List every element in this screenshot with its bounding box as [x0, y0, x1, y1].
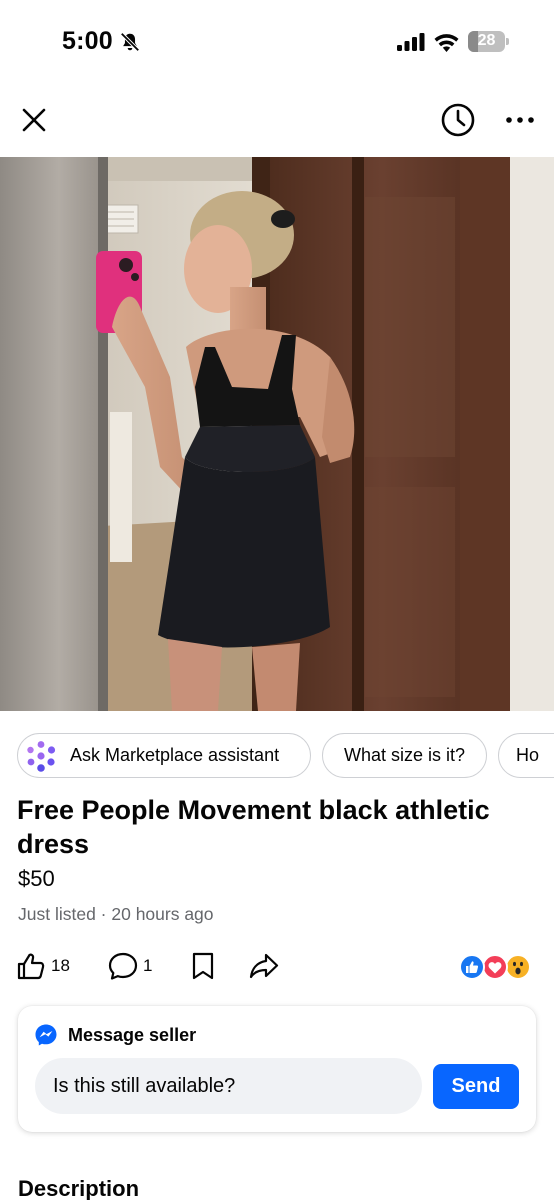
message-seller-header: Message seller	[34, 1022, 196, 1048]
suggestion-chips: Ask Marketplace assistant What size is i…	[17, 733, 554, 779]
status-time: 5:00	[62, 27, 113, 55]
comment-icon	[108, 952, 138, 980]
comment-button[interactable]: 1	[108, 948, 152, 984]
clock-icon	[441, 103, 475, 137]
cellular-signal-icon	[397, 33, 425, 51]
what-size-chip[interactable]: What size is it?	[322, 733, 487, 778]
ask-assistant-chip[interactable]: Ask Marketplace assistant	[17, 733, 311, 778]
status-bar: 5:00 28	[0, 0, 554, 84]
message-input[interactable]	[35, 1058, 422, 1114]
top-navigation	[0, 95, 554, 145]
what-size-label: What size is it?	[343, 745, 466, 765]
close-button[interactable]	[14, 100, 54, 140]
action-bar: 18 1	[0, 948, 554, 988]
share-button[interactable]	[248, 948, 280, 984]
thumbs-up-icon	[17, 953, 45, 980]
send-button[interactable]: Send	[433, 1064, 519, 1109]
comment-count: 1	[143, 956, 153, 975]
listing-title: Free People Movement black athletic dres…	[17, 795, 490, 859]
listing-photo[interactable]	[0, 157, 554, 711]
message-seller-card: Message seller Send	[18, 1006, 536, 1132]
battery-indicator: 28	[468, 31, 510, 52]
partial-question-chip[interactable]: Ho	[498, 733, 554, 778]
close-icon	[22, 108, 46, 132]
like-reaction-icon	[459, 954, 485, 980]
listing-photo-image	[0, 157, 554, 711]
ask-assistant-label: Ask Marketplace assistant	[70, 745, 280, 765]
messenger-icon	[35, 1024, 57, 1046]
share-arrow-icon	[249, 953, 279, 979]
listing-price: $50	[18, 866, 55, 891]
bookmark-icon	[192, 952, 214, 980]
save-button[interactable]	[189, 948, 217, 984]
battery-level: 28	[477, 32, 496, 49]
reactions-summary[interactable]	[459, 954, 533, 982]
bell-off-icon	[120, 32, 140, 52]
like-button[interactable]: 18	[16, 948, 70, 984]
history-button[interactable]	[438, 100, 478, 140]
more-options-button[interactable]	[500, 100, 540, 140]
partial-question-label: Ho	[516, 745, 540, 765]
like-count: 18	[51, 956, 70, 975]
message-seller-title: Message seller	[68, 1024, 197, 1045]
love-reaction-icon	[482, 954, 508, 980]
wow-reaction-icon	[505, 954, 531, 980]
more-horizontal-icon	[506, 117, 534, 123]
assistant-sparkle-icon	[27, 741, 56, 772]
wifi-icon	[434, 34, 459, 52]
listing-meta: Just listed · 20 hours ago	[18, 904, 214, 924]
description-heading: Description	[18, 1176, 140, 1200]
